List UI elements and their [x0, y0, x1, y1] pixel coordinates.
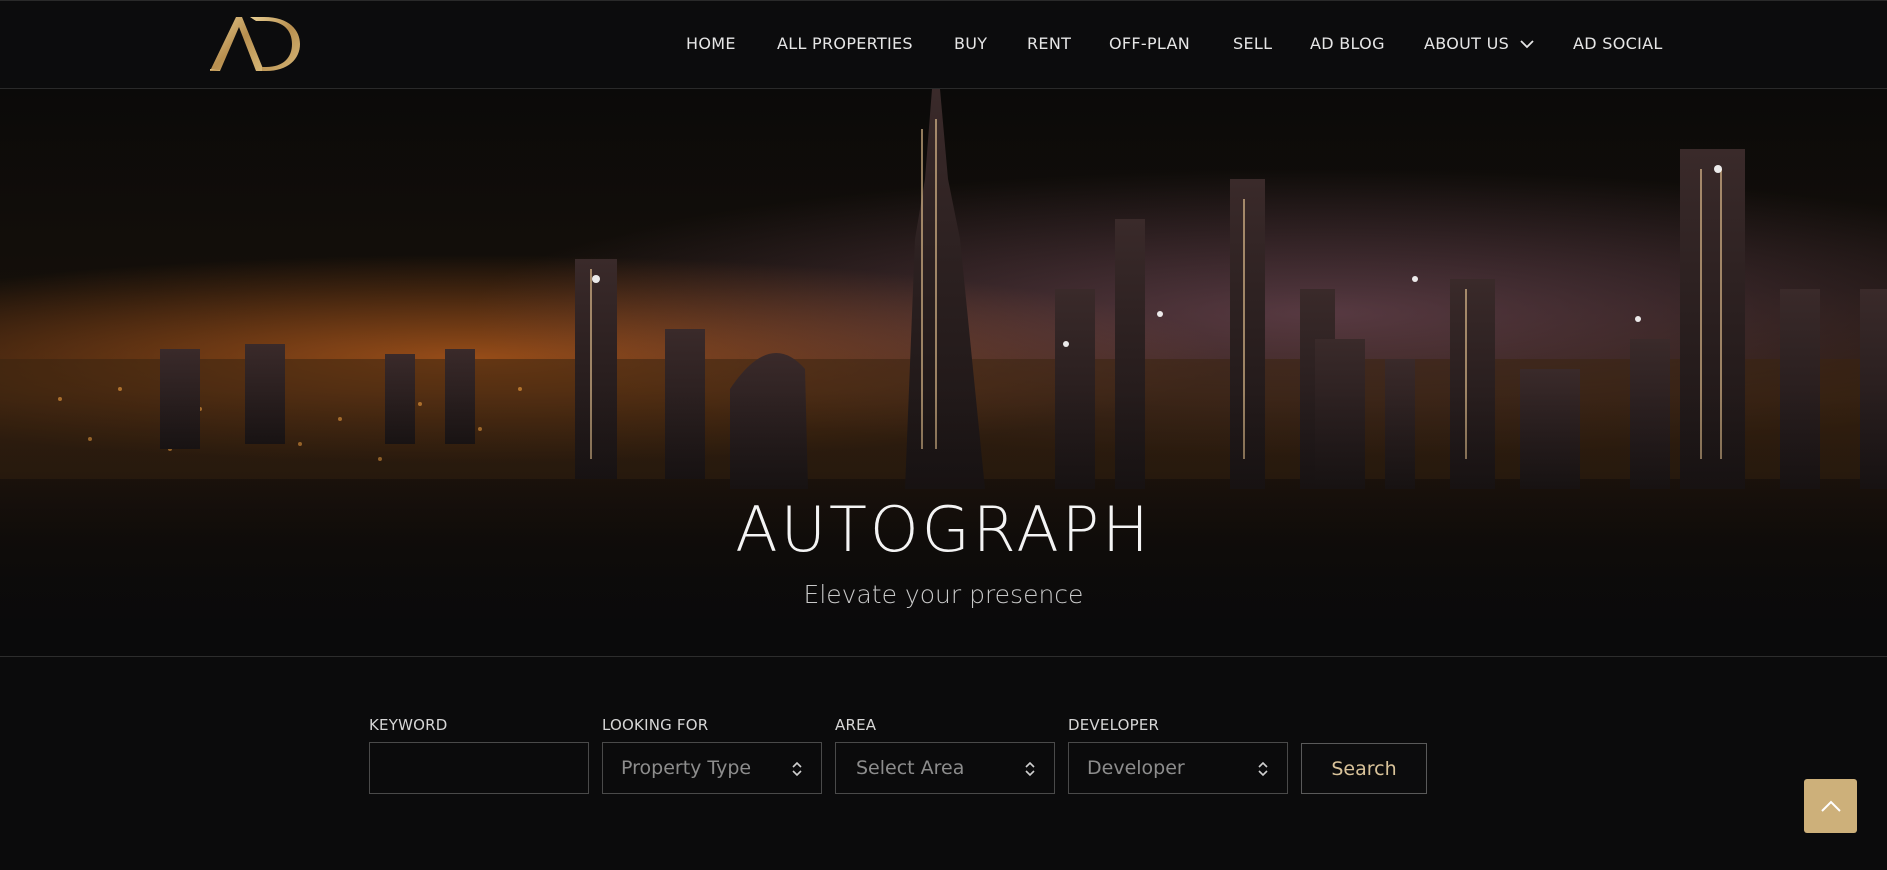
- looking-for-field: LOOKING FOR Property Type: [602, 716, 822, 794]
- nav-home[interactable]: HOME: [686, 34, 736, 53]
- developer-label: DEVELOPER: [1068, 716, 1160, 734]
- updown-icon: [1025, 761, 1035, 777]
- developer-field: DEVELOPER Developer: [1068, 716, 1288, 794]
- nav-ad-blog[interactable]: AD BLOG: [1310, 34, 1385, 53]
- nav-off-plan[interactable]: OFF-PLAN: [1109, 34, 1190, 53]
- area-value: Select Area: [856, 757, 965, 779]
- main-nav: HOME ALL PROPERTIES BUY RENT OFF-PLAN SE…: [0, 1, 1887, 90]
- property-type-select[interactable]: Property Type: [602, 742, 822, 794]
- nav-about-us-label: ABOUT US: [1424, 34, 1510, 53]
- updown-icon: [792, 761, 802, 777]
- nav-sell[interactable]: SELL: [1233, 34, 1272, 53]
- keyword-input-box[interactable]: [369, 742, 589, 794]
- hero-title: AUTOGRAPH: [735, 493, 1152, 566]
- keyword-label: KEYWORD: [369, 716, 448, 734]
- site-header: HOME ALL PROPERTIES BUY RENT OFF-PLAN SE…: [0, 0, 1887, 89]
- looking-for-label: LOOKING FOR: [602, 716, 709, 734]
- nav-rent[interactable]: RENT: [1027, 34, 1071, 53]
- search-button[interactable]: Search: [1301, 743, 1427, 794]
- area-field: AREA Select Area: [835, 716, 1055, 794]
- nav-buy[interactable]: BUY: [954, 34, 987, 53]
- developer-value: Developer: [1087, 757, 1185, 779]
- chevron-up-icon: [1820, 800, 1841, 812]
- nav-ad-social[interactable]: AD SOCIAL: [1573, 34, 1663, 53]
- developer-select[interactable]: Developer: [1068, 742, 1288, 794]
- property-search-form: KEYWORD LOOKING FOR Property Type AREA S…: [0, 658, 1887, 870]
- chevron-down-icon: [1520, 39, 1534, 48]
- updown-icon: [1258, 761, 1268, 777]
- city-skyline-image: [0, 89, 1887, 656]
- keyword-field: KEYWORD: [369, 716, 589, 794]
- nav-all-properties[interactable]: ALL PROPERTIES: [777, 34, 913, 53]
- area-label: AREA: [835, 716, 877, 734]
- keyword-input[interactable]: [388, 743, 588, 793]
- nav-about-us[interactable]: ABOUT US: [1424, 34, 1535, 53]
- property-type-value: Property Type: [621, 757, 752, 779]
- hero-banner: AUTOGRAPH Elevate your presence: [0, 89, 1887, 657]
- scroll-to-top-button[interactable]: [1804, 779, 1857, 833]
- area-select[interactable]: Select Area: [835, 742, 1055, 794]
- hero-subtitle: Elevate your presence: [803, 580, 1084, 609]
